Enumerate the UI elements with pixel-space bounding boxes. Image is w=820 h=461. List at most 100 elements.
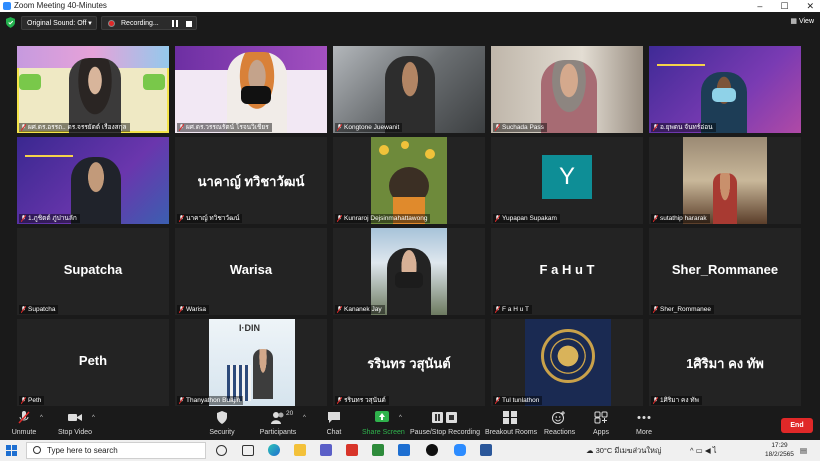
teams-icon[interactable]	[320, 444, 332, 456]
windows-start-icon[interactable]	[6, 445, 17, 456]
participant-video	[385, 56, 435, 133]
stop-video-button[interactable]: Stop Video	[56, 408, 94, 440]
unmute-label: Unmute	[11, 429, 37, 436]
video-tile[interactable]: Kunraroj Dejsinmahattawong	[333, 137, 485, 224]
participant-name-label: 1.ภูชิตต์ ภู่ปานลัก	[19, 214, 80, 223]
video-tile[interactable]: sutathip hararak	[649, 137, 801, 224]
excel-icon[interactable]	[372, 444, 384, 456]
video-tile[interactable]: 1ศิริมา คง ทัพ 1ศิริมา คง ทัพ	[649, 319, 801, 406]
chat-button[interactable]: Chat	[322, 408, 346, 440]
muted-mic-icon	[179, 397, 184, 404]
muted-mic-icon	[21, 124, 26, 131]
chevron-up-icon[interactable]: ^	[303, 415, 306, 421]
video-tile[interactable]: Supatcha Supatcha	[17, 228, 169, 315]
video-tile[interactable]: Sher_Rommanee Sher_Rommanee	[649, 228, 801, 315]
face-mask	[712, 88, 736, 102]
end-meeting-button[interactable]: End	[781, 418, 813, 433]
windows-taskbar: Type here to search ☁ 30°C มีเมฆส่วนใหญ่…	[0, 440, 820, 461]
shield-icon[interactable]	[6, 17, 15, 28]
original-sound-button[interactable]: Original Sound: Off ▼	[21, 16, 97, 30]
muted-mic-icon	[495, 215, 500, 222]
video-tile[interactable]: 1.ภูชิตต์ ภู่ปานลัก	[17, 137, 169, 224]
recording-indicator: Recording...	[101, 16, 197, 30]
taskbar-clock[interactable]: 17:29 18/2/2565	[765, 441, 794, 459]
muted-mic-icon	[179, 124, 184, 131]
chevron-down-icon: ▼	[87, 21, 93, 27]
mpc-logo-right	[143, 74, 165, 90]
file-explorer-icon[interactable]	[294, 444, 306, 456]
taskbar-search-box[interactable]: Type here to search	[26, 442, 206, 459]
chevron-up-icon[interactable]: ^	[40, 415, 43, 421]
video-tile[interactable]: ผศ.ดร.อรรถ.. ดร.จรรยัตต์ เรืองสกุล	[17, 46, 169, 133]
participant-name: F a H u T	[502, 306, 529, 313]
share-screen-icon	[375, 411, 389, 422]
share-screen-button[interactable]: Share Screen	[362, 408, 405, 440]
video-tile[interactable]: Kongtone Juewanit	[333, 46, 485, 133]
maximize-icon[interactable]: ☐	[780, 0, 788, 12]
breakout-rooms-icon	[503, 411, 517, 424]
window-titlebar: Zoom Meeting 40-Minutes – ☐ ✕	[0, 0, 820, 12]
participant-display-name: Warisa	[229, 262, 273, 277]
zoom-meeting-icon[interactable]	[454, 444, 466, 456]
pause-icon[interactable]	[172, 20, 178, 27]
video-tile[interactable]: รรินทร วสุนันต์ รรินทร วสุนันต์	[333, 319, 485, 406]
security-button[interactable]: Security	[206, 408, 238, 440]
participant-name-label: อ.ยุพดน จันทร์อ่อน	[651, 123, 716, 132]
participant-display-name: Sher_Rommanee	[671, 262, 779, 277]
participant-name: Suchada Pass	[502, 124, 544, 131]
chevron-up-icon[interactable]: ^	[399, 415, 402, 421]
record-dot-icon	[108, 20, 115, 27]
chat-label: Chat	[326, 429, 342, 436]
participant-video	[69, 58, 121, 133]
profile-picture: I·DIN	[209, 319, 295, 406]
video-tile[interactable]: Suchada Pass	[491, 46, 643, 133]
close-icon[interactable]: ✕	[806, 0, 814, 12]
view-button[interactable]: ▦ View	[790, 16, 814, 28]
muted-mic-icon	[337, 124, 342, 131]
video-tile[interactable]: Tul tunlathon	[491, 319, 643, 406]
minimize-icon[interactable]: –	[757, 0, 762, 12]
muted-mic-icon	[21, 306, 26, 313]
participant-display-name: Supatcha	[63, 262, 123, 277]
search-icon	[33, 446, 41, 454]
video-tile[interactable]: F a H u T F a H u T	[491, 228, 643, 315]
chevron-up-icon: ^	[690, 446, 694, 455]
breakout-rooms-button[interactable]: Breakout Rooms	[485, 408, 537, 440]
participant-name: Kananek Jay	[344, 306, 382, 313]
edge-browser-icon[interactable]	[268, 444, 280, 456]
notification-icon[interactable]: ▤	[800, 440, 820, 461]
unmute-button[interactable]: Unmute	[6, 408, 42, 440]
pause-stop-recording-button[interactable]: Pause/Stop Recording	[410, 408, 480, 440]
video-tile[interactable]: Y Yupapan Supakam	[491, 137, 643, 224]
chevron-up-icon[interactable]: ^	[92, 415, 95, 421]
more-button[interactable]: More	[630, 408, 658, 440]
apps-button[interactable]: Apps	[588, 408, 614, 440]
participant-name: อ.ยุพดน จันทร์อ่อน	[660, 124, 713, 131]
pdf-reader-icon[interactable]	[346, 444, 358, 456]
cortana-icon[interactable]	[216, 445, 227, 456]
video-tile[interactable]: Warisa Warisa	[175, 228, 327, 315]
participant-name-label: Kunraroj Dejsinmahattawong	[335, 214, 431, 223]
word-icon[interactable]	[480, 444, 492, 456]
participant-name-label: Suchada Pass	[493, 123, 547, 132]
zoom-app-icon[interactable]	[398, 444, 410, 456]
more-label: More	[636, 429, 652, 436]
participant-name: รรินทร วสุนันต์	[344, 397, 386, 404]
task-view-icon[interactable]	[242, 445, 254, 456]
video-tile[interactable]: อ.ยุพดน จันทร์อ่อน	[649, 46, 801, 133]
event-banner-text	[657, 52, 705, 66]
reactions-button[interactable]: Reactions	[544, 408, 575, 440]
video-tile[interactable]: Peth Peth	[17, 319, 169, 406]
video-tile[interactable]: Kananek Jay	[333, 228, 485, 315]
tiktok-icon[interactable]	[426, 444, 438, 456]
participant-display-name: นาคาญ์ ทวิชาวัฒน์	[197, 174, 305, 189]
recording-label: Recording...	[121, 20, 159, 27]
video-tile[interactable]: I·DIN Thanyathon Buajin	[175, 319, 327, 406]
video-tile[interactable]: นาคาญ์ ทวิชาวัฒน์ นาคาญ์ ทวิชาวัฒน์	[175, 137, 327, 224]
participant-video	[541, 60, 597, 133]
participants-button[interactable]: 20 Participants	[258, 408, 298, 440]
video-tile[interactable]: ผศ.ดร.วรรณรัตน์ โรจนวิเชียร	[175, 46, 327, 133]
pause-recording-label: Pause/Stop Recording	[410, 429, 481, 436]
stop-icon[interactable]	[186, 21, 192, 27]
participant-name-label: Yupapan Supakam	[493, 214, 560, 223]
